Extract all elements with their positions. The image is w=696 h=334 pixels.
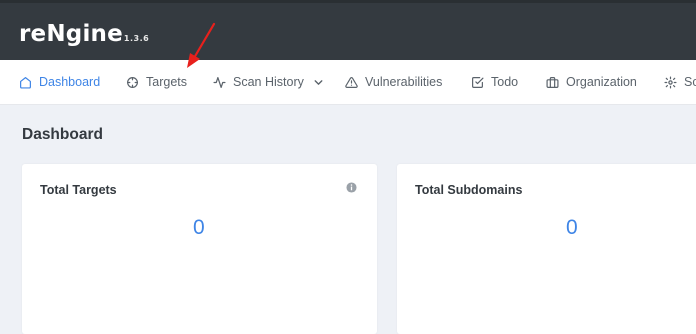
app-name: reNgine xyxy=(19,21,123,47)
top-header-bar: reNgine1.3.6 xyxy=(0,0,696,60)
briefcase-icon xyxy=(546,76,559,88)
nav-label-vulnerabilities: Vulnerabilities xyxy=(365,75,443,89)
annotation-arrow xyxy=(187,22,216,68)
card-value: 0 xyxy=(193,216,205,239)
chevron-down-icon xyxy=(314,79,323,85)
card-title: Total Subdomains xyxy=(415,183,523,197)
nav-item-organization[interactable]: Organization xyxy=(546,60,637,104)
card-value: 0 xyxy=(566,216,578,239)
nav-label-scan-history: Scan History xyxy=(233,75,304,89)
nav-label-dashboard: Dashboard xyxy=(39,75,101,89)
card-total-subdomains: Total Subdomains 0 xyxy=(397,164,696,334)
crosshair-icon xyxy=(127,76,138,88)
nav-label-settings: Sc xyxy=(684,75,696,89)
home-icon xyxy=(20,76,31,89)
activity-icon xyxy=(213,76,226,88)
nav-item-todo[interactable]: Todo xyxy=(471,60,518,104)
nav-label-organization: Organization xyxy=(566,75,637,89)
info-icon[interactable] xyxy=(346,182,357,193)
app-logo[interactable]: reNgine1.3.6 xyxy=(19,21,149,47)
card-total-targets: Total Targets 0 xyxy=(22,164,377,334)
nav-label-todo: Todo xyxy=(491,75,519,89)
check-square-icon xyxy=(472,76,484,88)
main-nav: Dashboard Targets Scan History Vulnerabi… xyxy=(0,60,696,105)
nav-item-vulnerabilities[interactable]: Vulnerabilities xyxy=(345,60,442,104)
nav-item-scan-history[interactable]: Scan History xyxy=(213,60,332,104)
alert-triangle-icon xyxy=(345,76,358,88)
app-version: 1.3.6 xyxy=(123,34,150,43)
nav-item-dashboard[interactable]: Dashboard xyxy=(19,60,100,104)
card-title: Total Targets xyxy=(40,183,117,197)
nav-item-settings[interactable]: Sc xyxy=(664,60,696,104)
settings-icon xyxy=(664,75,677,89)
nav-item-targets[interactable]: Targets xyxy=(126,60,187,104)
page-title: Dashboard xyxy=(22,126,103,143)
nav-label-targets: Targets xyxy=(146,75,187,89)
